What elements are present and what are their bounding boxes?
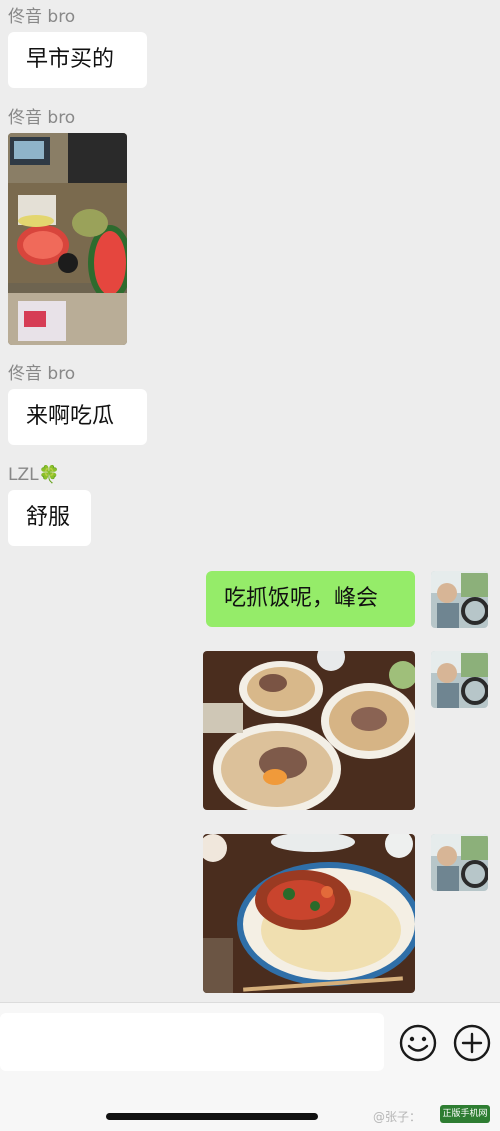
pilaf-photo[interactable]	[203, 651, 415, 810]
avatar-image	[431, 571, 488, 628]
plus-icon	[453, 1024, 491, 1062]
sender-name: 佟音 bro	[8, 7, 76, 27]
noodles-photo[interactable]	[203, 834, 415, 993]
site-badge: 正版手机网	[440, 1105, 490, 1123]
composer-bar	[0, 1002, 500, 1131]
market-photo-image	[8, 133, 127, 345]
pilaf-photo-image	[203, 651, 415, 810]
message-bubble[interactable]: 来啊吃瓜	[8, 389, 147, 445]
noodles-photo-image	[203, 834, 415, 993]
message-input[interactable]	[0, 1013, 384, 1071]
watermark: @张子：	[373, 1110, 422, 1124]
sender-name: LZL🍀	[8, 465, 60, 485]
smiley-icon	[399, 1024, 437, 1062]
more-button[interactable]	[452, 1023, 492, 1063]
avatar-image	[431, 651, 488, 708]
sender-name: 佟音 bro	[8, 108, 76, 128]
avatar-image	[431, 834, 488, 891]
avatar[interactable]	[431, 571, 488, 628]
sender-name: 佟音 bro	[8, 364, 76, 384]
message-bubble-mine[interactable]: 吃抓饭呢，峰会	[206, 571, 415, 627]
market-photo[interactable]	[8, 133, 127, 345]
message-bubble[interactable]: 舒服	[8, 490, 91, 546]
home-indicator[interactable]	[106, 1113, 318, 1120]
avatar[interactable]	[431, 651, 488, 708]
emoji-button[interactable]	[398, 1023, 438, 1063]
message-bubble[interactable]: 早市买的	[8, 32, 147, 88]
avatar[interactable]	[431, 834, 488, 891]
